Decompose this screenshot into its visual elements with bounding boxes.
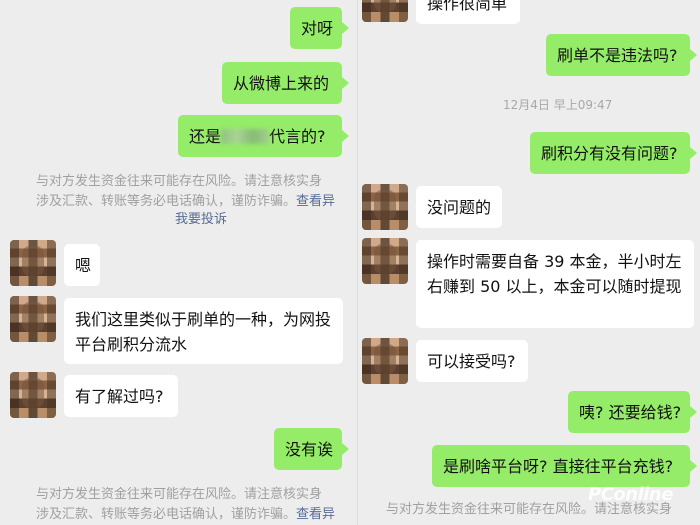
bubble-tail bbox=[342, 130, 349, 142]
message-text: 没问题的 bbox=[427, 198, 492, 217]
message-text: 可以接受吗? bbox=[427, 352, 516, 371]
risk-notice: 与对方发生资金往来可能存在风险。请注意核实身 涉及汇款、转账等务必电话确认，谨防… bbox=[36, 172, 358, 212]
chat-panel-right: 操作很简单 刷单不是违法吗? 12月4日 早上09:47 刷积分有没有问题? 没… bbox=[358, 0, 700, 525]
message-bubble-received[interactable]: 嗯 bbox=[64, 244, 100, 286]
contact-avatar[interactable] bbox=[10, 240, 56, 286]
report-notice: 我要投诉 bbox=[175, 210, 227, 230]
message-text: 嗯 bbox=[75, 256, 92, 275]
contact-avatar[interactable] bbox=[362, 338, 408, 384]
message-bubble-received[interactable]: 我们这里类似于刷单的一种，为网投平台刷积分流水 bbox=[64, 298, 343, 364]
message-text: 对呀 bbox=[301, 19, 334, 38]
bubble-tail bbox=[342, 22, 349, 34]
message-bubble-received[interactable]: 操作时需要自备 39 本金，半小时左右赚到 50 以上，本金可以随时提现 bbox=[416, 240, 694, 328]
view-abnormal-link[interactable]: 查看异 bbox=[296, 194, 335, 209]
message-text: 刷积分有没有问题? bbox=[541, 144, 678, 163]
message-text: 有了解过吗? bbox=[75, 387, 164, 406]
contact-avatar[interactable] bbox=[362, 238, 408, 284]
contact-avatar[interactable] bbox=[362, 184, 408, 230]
message-text: 操作时需要自备 39 本金，半小时左右赚到 50 以上，本金可以随时提现 bbox=[427, 252, 682, 296]
risk-notice: 与对方发生资金往来可能存在风险。请注意核实身 涉及汇款、转账等务必电话确认，谨防… bbox=[36, 485, 358, 525]
message-text: 刷单不是违法吗? bbox=[557, 46, 678, 65]
bubble-tail bbox=[690, 49, 697, 61]
message-bubble-received[interactable]: 可以接受吗? bbox=[416, 340, 528, 382]
message-text: 是刷啥平台呀? 直接往平台充钱? bbox=[443, 457, 674, 476]
message-bubble-sent[interactable]: 没有诶 bbox=[274, 428, 342, 470]
message-bubble-received[interactable]: 没问题的 bbox=[416, 186, 502, 228]
chat-panel-left: 对呀 从微博上来的 还是 代言的? 与对方发生资金往来可能存在风险。请注意核实身 … bbox=[0, 0, 358, 525]
message-bubble-received[interactable]: 有了解过吗? bbox=[64, 375, 178, 417]
message-text: 从微博上来的 bbox=[233, 74, 330, 93]
message-bubble-sent[interactable]: 咦? 还要给钱? bbox=[568, 391, 690, 433]
message-bubble-sent[interactable]: 刷单不是违法吗? bbox=[546, 34, 690, 76]
contact-avatar[interactable] bbox=[362, 0, 408, 22]
message-bubble-sent[interactable]: 还是 代言的? bbox=[178, 115, 342, 157]
bubble-tail bbox=[342, 443, 349, 455]
notice-text: 涉及汇款、转账等务必电话确认，谨防诈骗。 bbox=[36, 507, 297, 522]
message-text: 没有诶 bbox=[285, 440, 334, 459]
message-text: 代言的? bbox=[269, 127, 326, 146]
contact-avatar[interactable] bbox=[10, 296, 56, 342]
report-link[interactable]: 我要投诉 bbox=[175, 212, 227, 227]
message-bubble-sent[interactable]: 刷积分有没有问题? bbox=[530, 132, 690, 174]
message-bubble-sent[interactable]: 是刷啥平台呀? 直接往平台充钱? bbox=[432, 445, 690, 487]
message-text: 咦? 还要给钱? bbox=[579, 403, 682, 422]
message-text: 我们这里类似于刷单的一种，为网投平台刷积分流水 bbox=[75, 310, 332, 354]
notice-text: 与对方发生资金往来可能存在风险。请注意核实身 bbox=[36, 487, 323, 502]
redacted-name bbox=[221, 129, 270, 144]
message-text: 还是 bbox=[189, 127, 222, 146]
contact-avatar[interactable] bbox=[10, 372, 56, 418]
notice-text: 涉及汇款、转账等务必电话确认，谨防诈骗。 bbox=[36, 194, 297, 209]
notice-text: 与对方发生资金往来可能存在风险。请注意核实身 bbox=[36, 174, 323, 189]
message-bubble-sent[interactable]: 从微博上来的 bbox=[222, 62, 342, 104]
bubble-tail bbox=[342, 77, 349, 89]
bubble-tail bbox=[690, 406, 697, 418]
bubble-tail bbox=[690, 460, 697, 472]
message-bubble-sent[interactable]: 对呀 bbox=[290, 7, 342, 49]
message-bubble-received[interactable]: 操作很简单 bbox=[416, 0, 520, 24]
view-abnormal-link[interactable]: 查看异 bbox=[296, 507, 335, 522]
timestamp: 12月4日 早上09:47 bbox=[503, 98, 613, 112]
pconline-watermark: PConline bbox=[588, 484, 673, 505]
message-text: 操作很简单 bbox=[427, 0, 508, 13]
bubble-tail bbox=[690, 147, 697, 159]
